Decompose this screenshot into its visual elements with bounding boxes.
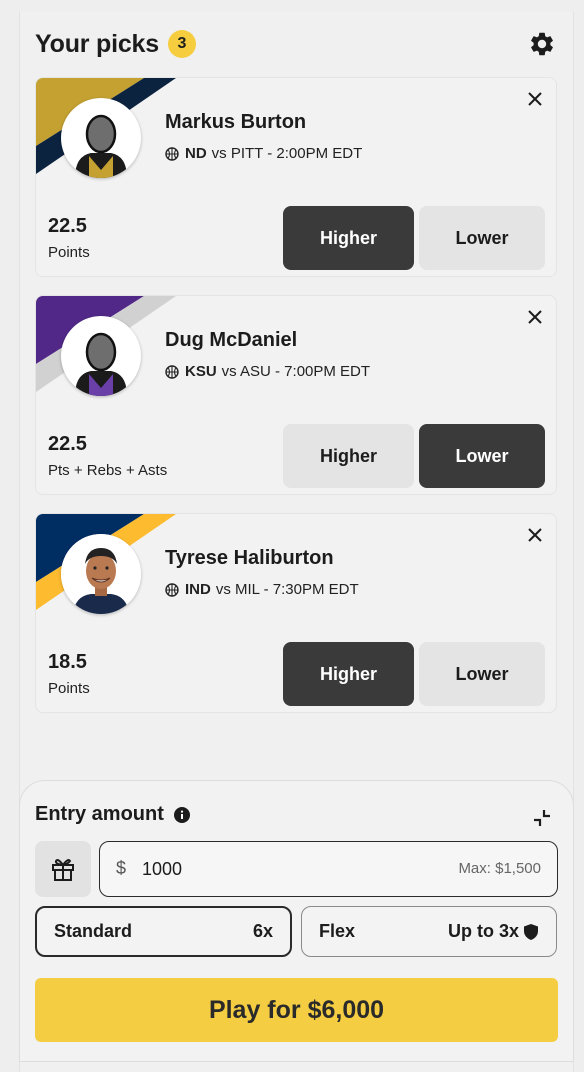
- stat-type: Points: [48, 680, 90, 697]
- lower-button[interactable]: Lower: [419, 424, 545, 488]
- team-abbreviation: ND: [185, 145, 207, 162]
- picks-header: Your picks 3: [35, 26, 556, 62]
- currency-symbol: $: [116, 858, 127, 878]
- player-name: Markus Burton: [165, 111, 307, 133]
- remove-pick-button[interactable]: [524, 524, 546, 546]
- mode-multiplier: 6x: [252, 921, 273, 941]
- remove-pick-button[interactable]: [524, 88, 546, 110]
- close-icon: [528, 310, 542, 324]
- projection-line: 22.5: [48, 215, 87, 237]
- picks-count-badge: 3: [167, 30, 196, 58]
- game-time: vs ASU - 7:00PM EDT: [221, 363, 371, 380]
- entry-amount-input[interactable]: [142, 854, 392, 884]
- projection-line: 18.5: [48, 651, 87, 673]
- player-avatar: [61, 534, 141, 614]
- mode-name: Standard: [54, 921, 133, 941]
- lower-button[interactable]: Lower: [419, 642, 545, 706]
- page-title: Your picks: [35, 29, 159, 58]
- game-time: vs MIL - 7:30PM EDT: [215, 581, 359, 598]
- play-button[interactable]: Play for $6,000: [35, 978, 558, 1042]
- basketball-icon: [165, 146, 179, 161]
- matchup-info: KSU vs ASU - 7:00PM EDT: [165, 363, 370, 380]
- stat-type: Points: [48, 244, 90, 261]
- remove-pick-button[interactable]: [524, 306, 546, 328]
- team-abbreviation: KSU: [185, 363, 217, 380]
- info-icon[interactable]: [173, 806, 190, 823]
- collapse-sheet-button[interactable]: [529, 805, 555, 831]
- promo-gift-button[interactable]: [35, 841, 91, 897]
- lower-button[interactable]: Lower: [419, 206, 545, 270]
- basketball-icon: [165, 582, 179, 597]
- game-time: vs PITT - 2:00PM EDT: [211, 145, 363, 162]
- pick-card: Markus Burton ND vs PITT - 2:00PM EDT 22…: [35, 77, 557, 277]
- projection-line: 22.5: [48, 433, 87, 455]
- higher-button[interactable]: Higher: [283, 206, 414, 270]
- higher-button[interactable]: Higher: [283, 642, 414, 706]
- mode-name: Flex: [319, 921, 356, 941]
- close-icon: [528, 92, 542, 106]
- stat-type: Pts + Rebs + Asts: [48, 462, 168, 479]
- higher-button[interactable]: Higher: [283, 424, 414, 488]
- basketball-icon: [165, 364, 179, 379]
- gear-icon: [531, 32, 553, 56]
- flex-mode-option[interactable]: Flex Up to 3x: [301, 906, 557, 957]
- close-icon: [528, 528, 542, 542]
- standard-mode-option[interactable]: Standard 6x: [35, 906, 292, 957]
- settings-button[interactable]: [528, 30, 556, 58]
- pick-card: Tyrese Haliburton IND vs MIL - 7:30PM ED…: [35, 513, 557, 713]
- entry-amount-label: Entry amount: [35, 803, 164, 825]
- mode-multiplier: Up to 3x: [447, 921, 519, 941]
- gift-icon: [52, 859, 74, 881]
- entry-amount-field: $ Max: $1,500: [99, 841, 558, 897]
- team-abbreviation: IND: [185, 581, 211, 598]
- matchup-info: ND vs PITT - 2:00PM EDT: [165, 145, 362, 162]
- entry-amount-heading: Entry amount: [35, 803, 190, 826]
- player-name: Dug McDaniel: [165, 329, 298, 351]
- player-name: Tyrese Haliburton: [165, 547, 334, 569]
- shield-icon: [523, 923, 539, 941]
- collapse-icon: [534, 810, 550, 826]
- player-avatar: [61, 98, 141, 178]
- player-avatar: [61, 316, 141, 396]
- pick-card: Dug McDaniel KSU vs ASU - 7:00PM EDT 22.…: [35, 295, 557, 495]
- mode-multiplier-group: Up to 3x: [448, 921, 539, 942]
- matchup-info: IND vs MIL - 7:30PM EDT: [165, 581, 359, 598]
- max-amount-label: Max: $1,500: [458, 860, 541, 877]
